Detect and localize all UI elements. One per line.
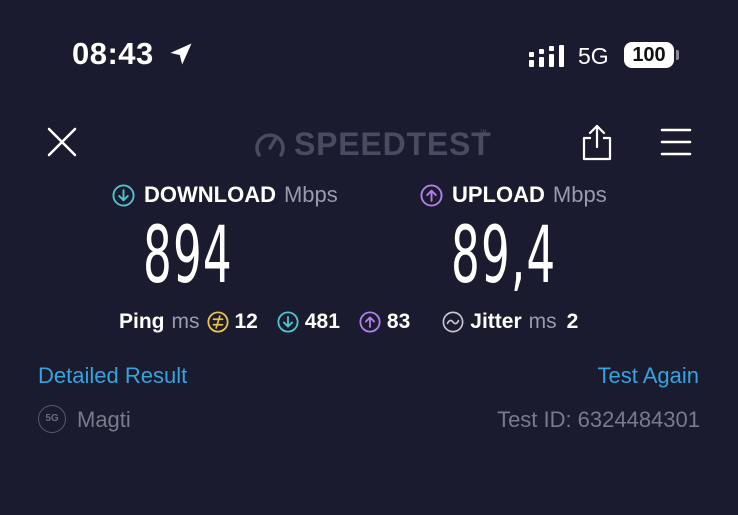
download-unit: Mbps [283,182,338,207]
status-time: 08:43 [72,36,154,71]
close-button[interactable] [46,126,78,158]
stats-row: Ping ms 12 481 83 Jitter ms 2 [119,307,578,337]
ping-label: Ping [119,310,165,333]
network-type: 5G [578,43,609,69]
idle-latency-icon [206,311,229,333]
upload-latency-icon [359,311,381,333]
cellular-signal-icon [529,45,564,67]
speedometer-icon [255,133,285,157]
test-id-value: 6324484301 [577,407,700,432]
ping-upload-value: 83 [386,310,411,333]
ping-download-value: 481 [304,310,340,333]
upload-arrow-icon [420,183,443,207]
trademark-mark: ™ [479,128,487,137]
download-speed-value: 894 [143,211,233,301]
carrier-network-badge: 5G [38,405,66,433]
upload-speed-value: 89,4 [451,211,557,301]
menu-button[interactable] [660,127,692,157]
battery-tip [676,50,679,60]
upload-unit: Mbps [552,182,607,207]
jitter-unit: ms [528,310,557,333]
carrier-name: Magti [77,407,131,432]
ping-unit: ms [171,310,200,333]
share-button[interactable] [580,122,614,162]
test-id-label: Test ID: [497,407,572,432]
test-id: Test ID: 6324484301 [497,406,700,434]
jitter-icon [442,311,464,333]
download-arrow-icon [112,183,135,207]
test-again-link[interactable]: Test Again [597,362,699,390]
download-latency-icon [277,311,299,333]
ping-idle-value: 12 [234,310,258,333]
jitter-value: 2 [566,310,579,333]
detailed-result-link[interactable]: Detailed Result [38,362,187,390]
battery-indicator: 100 [624,42,674,68]
location-arrow-icon [170,43,192,65]
jitter-label: Jitter [470,310,522,333]
speedtest-logo: SPEEDTEST [294,126,492,162]
